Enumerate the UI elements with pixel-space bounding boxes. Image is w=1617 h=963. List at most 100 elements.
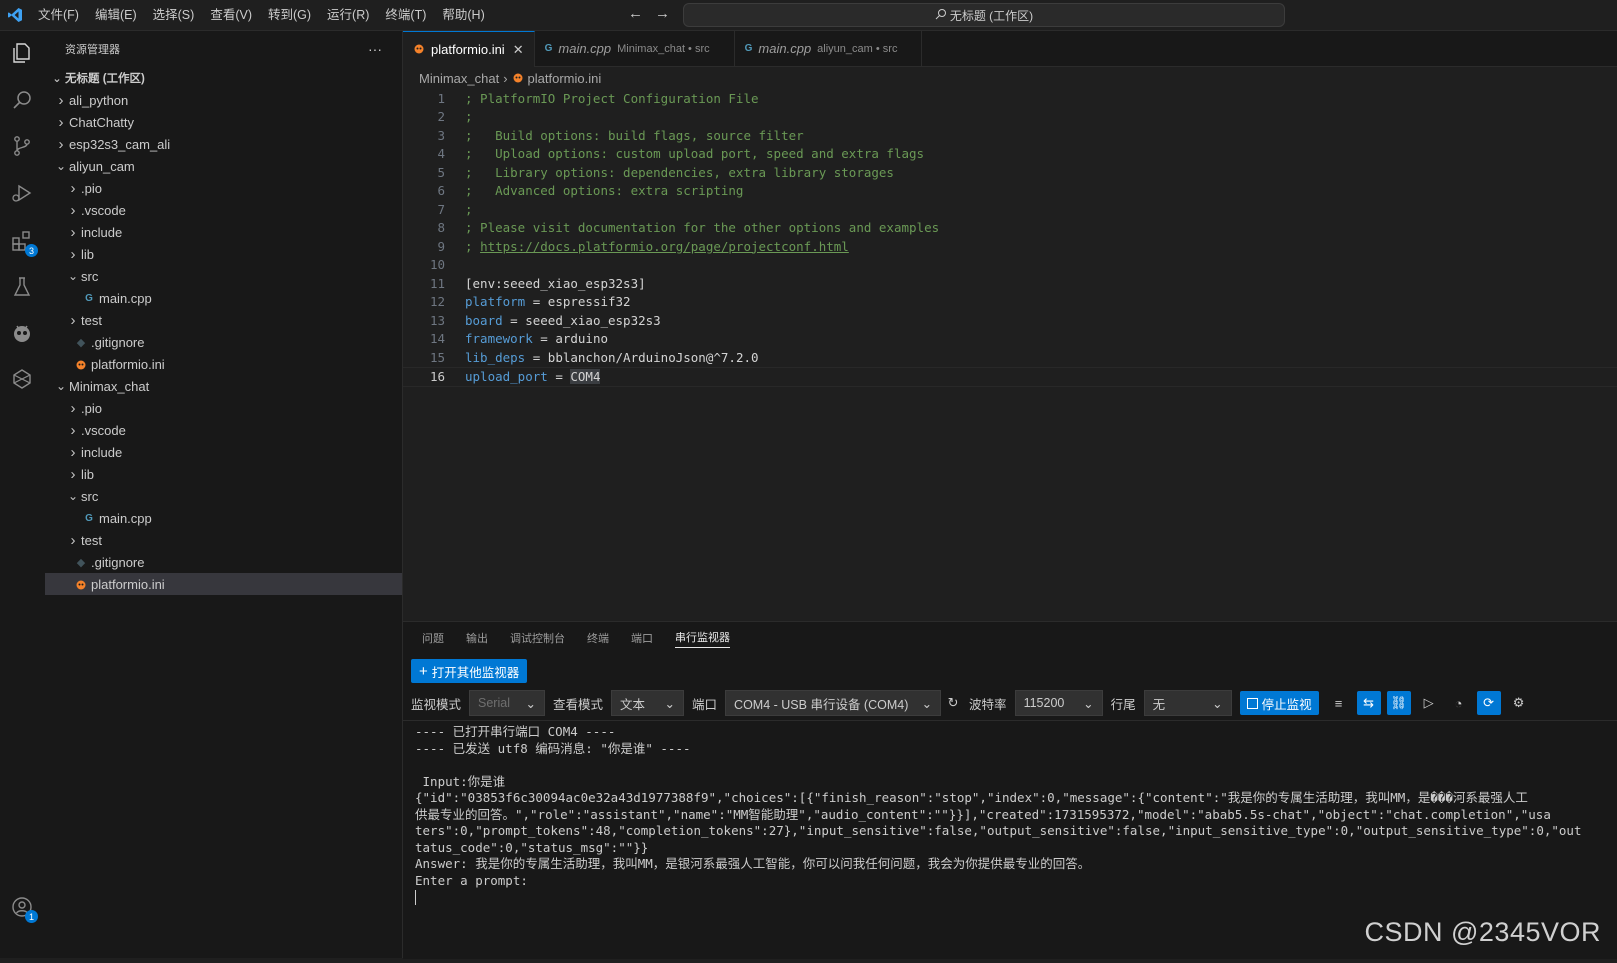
chevron-right-icon: › <box>70 465 76 483</box>
settings-gear-icon[interactable]: ⚙ <box>1507 691 1531 715</box>
testing-icon[interactable] <box>8 273 36 301</box>
line-number: 3 <box>437 127 445 143</box>
tree-item[interactable]: Gmain.cpp <box>45 507 402 529</box>
tree-item[interactable]: › .pio <box>45 397 402 419</box>
eol-select[interactable]: 无 ⌄ <box>1143 690 1232 716</box>
editor-tab[interactable]: platformio.ini ✕ <box>403 31 535 67</box>
mode-select[interactable]: Serial ⌄ <box>469 690 546 716</box>
back-arrow-icon[interactable]: ← <box>628 5 643 22</box>
title-bar: 文件(F) 编辑(E) 选择(S) 查看(V) 转到(G) 运行(R) 终端(T) 帮助(H)… <box>0 0 1617 31</box>
more-actions-icon[interactable]: ··· <box>368 41 382 57</box>
tree-item[interactable]: › .pio <box>45 177 402 199</box>
tree-item[interactable]: › test <box>45 309 402 331</box>
editor-tab[interactable]: Gmain.cpp aliyun_cam • src <box>735 31 923 66</box>
menu-item[interactable]: 查看(V) <box>202 0 260 30</box>
panel-tab-label: 输出 <box>466 633 488 645</box>
stop-monitor-button[interactable]: 停止监视 <box>1239 691 1319 715</box>
tree-item[interactable]: ⌄ src <box>45 485 402 507</box>
panel-tab-label: 调试控制台 <box>510 633 565 645</box>
tree-item[interactable]: › ali_python <box>45 89 402 111</box>
panel-tab[interactable]: 端口 <box>620 622 664 654</box>
chevron-right-icon: › <box>503 70 508 86</box>
panel-tab-label: 端口 <box>631 633 653 645</box>
code-line: 2; <box>403 108 1617 127</box>
view-label: 查看模式 <box>553 697 604 712</box>
chevron-down-icon: ⌄ <box>52 72 62 85</box>
tree-item[interactable]: › .vscode <box>45 419 402 441</box>
code-line: 3 ; Build options: build flags, source fi… <box>403 126 1617 145</box>
panel-tab[interactable]: 输出 <box>455 622 499 654</box>
panel-tab[interactable]: 调试控制台 <box>499 622 576 654</box>
terminal-icon[interactable]: ▷ <box>1417 691 1441 715</box>
chevron-right-icon: › <box>70 531 76 549</box>
explorer-header: 资源管理器 ··· <box>45 31 402 67</box>
tree-item[interactable]: platformio.ini <box>45 353 402 375</box>
search-text: 无标题 (工作区) <box>949 8 1034 23</box>
tree-item[interactable]: › ChatChatty <box>45 111 402 133</box>
run-debug-icon[interactable] <box>8 179 36 207</box>
breadcrumb-file[interactable]: platformio.ini <box>528 71 602 86</box>
tree-item[interactable]: ⌄ Minimax_chat <box>45 375 402 397</box>
port-select[interactable]: COM4 - USB 串行设备 (COM4) ⌄ <box>725 690 942 716</box>
tree-item[interactable]: › .vscode <box>45 199 402 221</box>
menu-item[interactable]: 选择(S) <box>145 0 203 30</box>
search-icon[interactable] <box>8 86 36 114</box>
timestamp-toggle-icon[interactable]: ⇆ <box>1356 691 1381 715</box>
explorer-title: 资源管理器 <box>65 44 120 56</box>
panel-tab[interactable]: 终端 <box>576 622 620 654</box>
accounts-icon[interactable]: 1 <box>8 893 38 923</box>
menu-lines-icon[interactable]: ≡ <box>1327 691 1351 715</box>
tree-item[interactable]: › include <box>45 441 402 463</box>
tree-item[interactable]: › esp32s3_cam_ali <box>45 133 402 155</box>
remote-icon[interactable] <box>8 365 36 393</box>
extensions-icon[interactable]: 3 <box>8 227 38 257</box>
menu-item[interactable]: 转到(G) <box>260 0 319 30</box>
tree-item[interactable]: ◆ .gitignore <box>45 551 402 573</box>
workspace-root[interactable]: ⌄ 无标题 (工作区) <box>45 67 402 89</box>
tree-item-label: ChatChatty <box>69 114 135 130</box>
breadcrumb-folder[interactable]: Minimax_chat <box>419 71 499 86</box>
breadcrumb: Minimax_chat › platformio.ini <box>403 67 1617 89</box>
open-monitor-button[interactable]: + 打开其他监视器 <box>411 659 528 683</box>
explorer-icon[interactable] <box>8 39 36 67</box>
tree-item[interactable]: › include <box>45 221 402 243</box>
menu-item[interactable]: 运行(R) <box>319 0 377 30</box>
source-control-icon[interactable] <box>8 132 36 160</box>
menu-item[interactable]: 帮助(H) <box>434 0 492 30</box>
menu-item[interactable]: 终端(T) <box>377 0 434 30</box>
refresh-icon[interactable]: ↻ <box>941 691 965 715</box>
chevron-down-icon: ⌄ <box>1083 696 1094 711</box>
code-line: 7; <box>403 200 1617 219</box>
forward-arrow-icon[interactable]: → <box>655 5 670 22</box>
tree-item[interactable]: ◆ .gitignore <box>45 331 402 353</box>
editor-tab[interactable]: Gmain.cpp Minimax_chat • src <box>535 31 735 66</box>
code-key: upload_port <box>465 369 548 385</box>
sync-icon[interactable]: ⟳ <box>1476 691 1501 715</box>
panel-tab[interactable]: 问题 <box>411 622 455 654</box>
platformio-icon[interactable] <box>8 319 36 347</box>
tree-item[interactable]: › lib <box>45 243 402 265</box>
tree-item-label: test <box>81 532 102 548</box>
menu-item[interactable]: 文件(F) <box>30 0 87 30</box>
menu-item[interactable]: 编辑(E) <box>87 0 145 30</box>
panel-tab[interactable]: 串行监视器 <box>664 622 741 654</box>
watch-icon[interactable]: ◔ <box>1447 691 1471 715</box>
baud-select[interactable]: 115200 ⌄ <box>1014 690 1103 716</box>
tree-item[interactable]: platformio.ini <box>45 573 402 595</box>
tree-item-label: .vscode <box>81 202 126 218</box>
tree-item[interactable]: › lib <box>45 463 402 485</box>
tab-label: main.cpp <box>558 41 612 56</box>
code-link[interactable]: https://docs.platformio.org/page/project… <box>480 239 849 254</box>
tree-item[interactable]: Gmain.cpp <box>45 287 402 309</box>
code-editor[interactable]: 1 ; PlatformIO Project Configuration File… <box>403 89 1617 387</box>
tree-item[interactable]: ⌄ src <box>45 265 402 287</box>
chevron-right-icon: › <box>58 113 64 131</box>
tree-item[interactable]: › test <box>45 529 402 551</box>
view-select[interactable]: 文本 ⌄ <box>611 690 685 716</box>
command-center-search[interactable]: 无标题 (工作区) <box>683 3 1285 27</box>
tree-item[interactable]: ⌄ aliyun_cam <box>45 155 402 177</box>
code-comment: ; Upload options: custom upload port, sp… <box>465 146 925 162</box>
close-icon[interactable]: ✕ <box>513 42 524 58</box>
output-line: {"id":"03853f6c30094ac0e32a43d1977388f9"… <box>415 790 1528 805</box>
link-icon[interactable]: ⛓ <box>1386 691 1411 715</box>
